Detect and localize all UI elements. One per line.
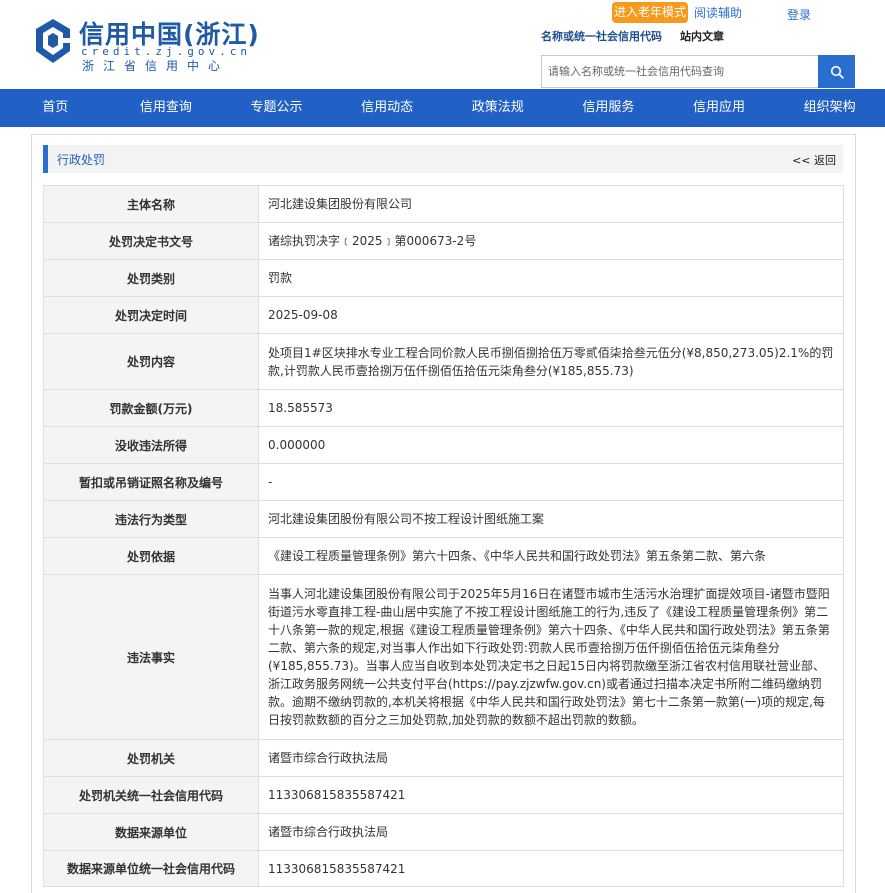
search-icon bbox=[830, 65, 844, 79]
field-value: 河北建设集团股份有限公司不按工程设计图纸施工案 bbox=[258, 500, 844, 538]
back-link[interactable]: << 返回 bbox=[792, 152, 836, 168]
nav-item-credit-services[interactable]: 信用服务 bbox=[553, 89, 664, 127]
table-row: 处罚决定书文号 诸综执罚决字﹝2025﹞第000673-2号 bbox=[43, 222, 844, 260]
table-row: 处罚内容 处项目1#区块排水专业工程合同价款人民币捌佰捌拾伍万零贰佰柒拾叁元伍分… bbox=[43, 333, 844, 390]
field-value: 诸暨市综合行政执法局 bbox=[258, 813, 844, 851]
field-label: 处罚决定时间 bbox=[43, 296, 259, 334]
search-tab-credit[interactable]: 名称或统一社会信用代码 bbox=[541, 28, 662, 44]
field-label: 处罚机关统一社会信用代码 bbox=[43, 776, 259, 814]
field-value: - bbox=[258, 463, 844, 501]
field-value: 当事人河北建设集团股份有限公司于2025年5月16日在诸暨市城市生活污水治理扩面… bbox=[258, 574, 844, 740]
search-tab-site[interactable]: 站内文章 bbox=[680, 28, 724, 44]
panel-header: 行政处罚 << 返回 bbox=[43, 145, 843, 173]
panel-header-accent bbox=[43, 145, 48, 173]
field-value: 2025-09-08 bbox=[258, 296, 844, 334]
table-row: 违法行为类型 河北建设集团股份有限公司不按工程设计图纸施工案 bbox=[43, 500, 844, 538]
field-label: 没收违法所得 bbox=[43, 426, 259, 464]
table-row: 暂扣或吊销证照名称及编号 - bbox=[43, 463, 844, 501]
nav-item-policies[interactable]: 政策法规 bbox=[443, 89, 554, 127]
field-value: 18.585573 bbox=[258, 389, 844, 427]
field-label: 数据来源单位统一社会信用代码 bbox=[43, 850, 259, 887]
login-link[interactable]: 登录 bbox=[787, 6, 811, 23]
field-value: 罚款 bbox=[258, 259, 844, 297]
table-row: 处罚机关统一社会信用代码 113306815835587421 bbox=[43, 776, 844, 814]
field-value: 处项目1#区块排水专业工程合同价款人民币捌佰捌拾伍万零贰佰柒拾叁元伍分(¥8,8… bbox=[258, 333, 844, 390]
field-label: 暂扣或吊销证照名称及编号 bbox=[43, 463, 259, 501]
nav-item-organization[interactable]: 组织架构 bbox=[774, 89, 885, 127]
read-assist-link[interactable]: 阅读辅助 bbox=[694, 4, 742, 21]
table-row: 主体名称 河北建设集团股份有限公司 bbox=[43, 185, 844, 223]
site-header: 信用中国(浙江) credit.zj.gov.cn 浙江省信用中心 进入老年模式… bbox=[0, 0, 885, 89]
table-row: 处罚决定时间 2025-09-08 bbox=[43, 296, 844, 334]
nav-item-credit-news[interactable]: 信用动态 bbox=[332, 89, 443, 127]
table-row: 处罚依据 《建设工程质量管理条例》第六十四条、《中华人民共和国行政处罚法》第五条… bbox=[43, 537, 844, 575]
table-row: 处罚类别 罚款 bbox=[43, 259, 844, 297]
field-label: 违法事实 bbox=[43, 574, 259, 740]
field-value: 0.000000 bbox=[258, 426, 844, 464]
nav-item-credit-apps[interactable]: 信用应用 bbox=[664, 89, 775, 127]
field-value: 诸综执罚决字﹝2025﹞第000673-2号 bbox=[258, 222, 844, 260]
field-label: 处罚机关 bbox=[43, 739, 259, 777]
field-value: 《建设工程质量管理条例》第六十四条、《中华人民共和国行政处罚法》第五条第二款、第… bbox=[258, 537, 844, 575]
field-label: 数据来源单位 bbox=[43, 813, 259, 851]
nav-item-topics[interactable]: 专题公示 bbox=[221, 89, 332, 127]
penalty-detail-panel: 行政处罚 << 返回 主体名称 河北建设集团股份有限公司 处罚决定书文号 诸综执… bbox=[31, 134, 856, 893]
logo-org: 浙江省信用中心 bbox=[82, 59, 230, 73]
search-button[interactable] bbox=[818, 55, 855, 88]
field-label: 违法行为类型 bbox=[43, 500, 259, 538]
field-label: 处罚依据 bbox=[43, 537, 259, 575]
search-input[interactable] bbox=[541, 55, 818, 88]
table-row: 违法事实 当事人河北建设集团股份有限公司于2025年5月16日在诸暨市城市生活污… bbox=[43, 574, 844, 740]
field-value: 113306815835587421 bbox=[258, 850, 844, 887]
field-label: 处罚内容 bbox=[43, 333, 259, 390]
main-nav: 首页 信用查询 专题公示 信用动态 政策法规 信用服务 信用应用 组织架构 bbox=[0, 89, 885, 127]
logo-mark-icon bbox=[36, 19, 70, 63]
field-label: 处罚类别 bbox=[43, 259, 259, 297]
field-label: 罚款金额(万元) bbox=[43, 389, 259, 427]
nav-item-home[interactable]: 首页 bbox=[0, 89, 111, 127]
field-value: 河北建设集团股份有限公司 bbox=[258, 185, 844, 223]
panel-title: 行政处罚 bbox=[57, 153, 106, 167]
table-row: 罚款金额(万元) 18.585573 bbox=[43, 389, 844, 427]
site-logo[interactable]: 信用中国(浙江) credit.zj.gov.cn 浙江省信用中心 bbox=[34, 16, 259, 76]
field-label: 处罚决定书文号 bbox=[43, 222, 259, 260]
nav-item-credit-query[interactable]: 信用查询 bbox=[111, 89, 222, 127]
table-row: 数据来源单位统一社会信用代码 113306815835587421 bbox=[43, 850, 844, 887]
table-row: 数据来源单位 诸暨市综合行政执法局 bbox=[43, 813, 844, 851]
field-value: 诸暨市综合行政执法局 bbox=[258, 739, 844, 777]
field-label: 主体名称 bbox=[43, 185, 259, 223]
elder-mode-button[interactable]: 进入老年模式 bbox=[612, 2, 688, 23]
table-row: 处罚机关 诸暨市综合行政执法局 bbox=[43, 739, 844, 777]
table-row: 没收违法所得 0.000000 bbox=[43, 426, 844, 464]
penalty-detail-table: 主体名称 河北建设集团股份有限公司 处罚决定书文号 诸综执罚决字﹝2025﹞第0… bbox=[43, 185, 844, 887]
field-value: 113306815835587421 bbox=[258, 776, 844, 814]
